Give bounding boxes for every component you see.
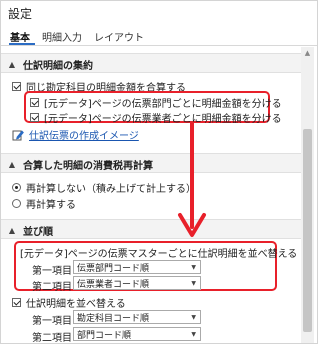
section-sort-title: 並び順 [23,227,53,238]
option-recalc[interactable]: 再計算する [12,196,76,211]
section-sort-header[interactable]: ▲ 並び順 [7,223,53,238]
chevron-up-icon: ▲ [8,60,16,69]
section-tax-title: 合算した明細の消費税再計算 [23,161,153,172]
option-label: 再計算する [26,200,76,211]
select-value: 勘定科目コード順 [77,313,150,324]
checkbox[interactable] [30,98,39,107]
radio-button[interactable] [12,199,21,208]
chevron-up-icon: ▲ [8,226,16,235]
checkbox[interactable] [12,82,21,91]
checkbox[interactable] [12,298,21,307]
select-value: 伝票業者コード順 [77,279,150,290]
tab-basic[interactable]: 基本 [10,29,30,44]
section-tax-header[interactable]: ▲ 合算した明細の消費税再計算 [7,157,153,172]
chevron-down-icon: ▼ [191,314,196,321]
master-second-label: 第二項目 [32,282,72,293]
option-sort-details[interactable]: 仕訳明細を並べ替える [12,295,126,310]
master-first-select[interactable]: 伝票部門コード順 ▼ [73,260,201,274]
option-no-recalc[interactable]: 再計算しない（積み上げて計上する） [12,180,196,195]
sort-second-select[interactable]: 部門コード順 ▼ [73,327,201,341]
tab-bar: 基本 明細入力 レイアウト [10,29,144,44]
radio-button[interactable] [12,183,21,192]
master-sort-text: [元データ]ページの伝票マスターごとに仕訳明細を並べ替える [20,249,298,260]
sort-second-label: 第二項目 [32,333,72,344]
chevron-up-icon: ▲ [8,160,16,169]
option-split-by-vendor[interactable]: [元データ]ページの伝票業者ごとに明細金額を分ける [30,110,282,125]
option-label: 仕訳明細を並べ替える [26,299,126,310]
checkbox[interactable] [30,113,39,122]
journal-preview-link-row[interactable]: 仕訳伝票の作成イメージ [12,127,139,142]
chevron-down-icon: ▼ [191,331,196,338]
settings-panel: 設定 基本 明細入力 レイアウト ▲ 仕訳明細の集約 同じ勘定科目の明細金額を合… [0,0,318,344]
scrollbar-thumb[interactable] [303,129,312,332]
scroll-up-icon[interactable]: ▲ [301,47,314,59]
master-sort-label: [元データ]ページの伝票マスターごとに仕訳明細を並べ替える [20,245,297,260]
option-label: 再計算しない（積み上げて計上する） [26,184,196,195]
tabs-divider [1,45,317,46]
sort-first-label: 第一項目 [32,316,72,327]
section-journal-title: 仕訳明細の集約 [23,61,93,72]
option-label: [元データ]ページの伝票部門ごとに明細金額を分ける [44,99,282,110]
tab-layout[interactable]: レイアウト [94,29,144,44]
section-journal-header[interactable]: ▲ 仕訳明細の集約 [7,57,93,72]
select-value: 伝票部門コード順 [77,263,150,274]
master-first-label: 第一項目 [32,266,72,277]
chevron-down-icon: ▼ [191,264,196,271]
select-value: 部門コード順 [77,330,132,341]
option-label: [元データ]ページの伝票業者ごとに明細金額を分ける [44,114,282,125]
panel-title: 設定 [8,7,33,21]
option-split-by-department[interactable]: [元データ]ページの伝票部門ごとに明細金額を分ける [30,95,282,110]
chevron-down-icon: ▼ [191,280,196,287]
journal-preview-link[interactable]: 仕訳伝票の作成イメージ [29,127,139,142]
sort-first-select[interactable]: 勘定科目コード順 ▼ [73,310,201,324]
tab-detail-entry[interactable]: 明細入力 [42,29,82,44]
edit-icon [12,130,24,140]
master-second-select[interactable]: 伝票業者コード順 ▼ [73,276,201,290]
